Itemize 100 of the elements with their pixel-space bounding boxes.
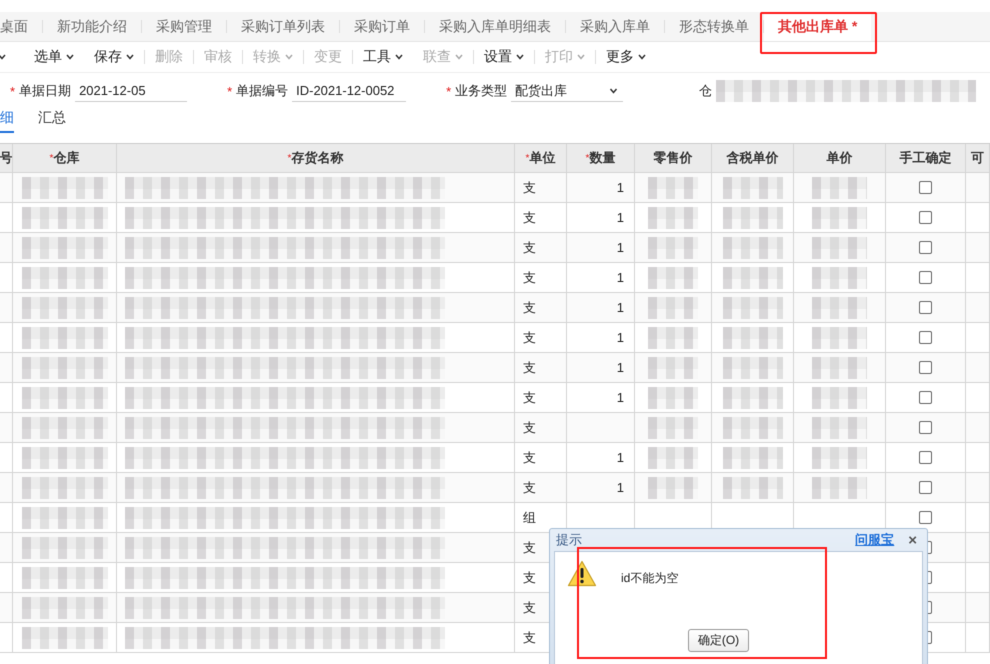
redacted-block <box>648 356 698 378</box>
table-cell: 支 <box>515 383 567 412</box>
redacted-block <box>648 326 698 348</box>
table-cell: 支 <box>515 173 567 202</box>
caret-icon <box>0 54 6 60</box>
required-mark: * <box>288 152 292 164</box>
column-header: 仓库 <box>53 149 80 167</box>
table-cell: 支 <box>515 233 567 262</box>
redacted-block <box>812 176 867 198</box>
required-mark: * <box>586 152 590 164</box>
toolbar-button[interactable]: 保存 <box>84 48 144 66</box>
table-cell: 支 <box>515 203 567 232</box>
redacted-block <box>648 446 698 468</box>
column-header: 手工确定 <box>900 149 952 167</box>
tab[interactable]: 汇总 <box>38 109 66 133</box>
table-cell: 1 <box>567 443 635 472</box>
redacted-block <box>812 446 867 468</box>
checkbox[interactable] <box>919 331 932 344</box>
field-label: 仓 <box>699 82 712 100</box>
column-header: 含税单价 <box>726 149 778 167</box>
required-mark: * <box>227 84 232 98</box>
ok-button[interactable]: 确定(O) <box>688 629 750 652</box>
tab[interactable]: 形态转换单 <box>665 12 763 41</box>
column-header: 零售价 <box>654 149 692 167</box>
redacted-block <box>722 296 782 318</box>
column-header: 可 <box>971 149 984 167</box>
toolbar-button[interactable]: 选单 <box>24 48 84 66</box>
column-header: 数量 <box>589 149 616 167</box>
column-header: 存货名称 <box>291 149 344 167</box>
table-cell: 1 <box>567 353 635 382</box>
redacted-block <box>722 386 782 408</box>
redacted-block <box>648 206 698 228</box>
caret-icon <box>608 88 620 94</box>
redacted-block <box>722 206 782 228</box>
column-header: 单价 <box>826 149 852 167</box>
redacted-block <box>722 266 782 288</box>
required-mark: * <box>446 84 452 98</box>
redacted-block <box>648 386 698 408</box>
warning-icon <box>567 560 597 587</box>
redacted-block <box>812 356 867 378</box>
required-mark: * <box>50 152 54 164</box>
field-label: 单据编号 <box>236 82 288 100</box>
field-label: 单据日期 <box>19 82 72 100</box>
redacted-block <box>812 416 867 438</box>
checkbox[interactable] <box>919 511 932 524</box>
redacted-block <box>812 296 867 318</box>
table-cell: 1 <box>567 203 635 232</box>
checkbox[interactable] <box>919 361 932 374</box>
table-cell: 支 <box>515 473 567 502</box>
tab[interactable]: 采购入库单明细表 <box>425 12 565 41</box>
redacted-block <box>722 476 782 498</box>
tab[interactable]: 采购入库单 <box>566 12 664 41</box>
redacted-block <box>648 476 698 498</box>
help-link[interactable]: 问服宝 <box>855 531 894 549</box>
toolbar-button[interactable]: 更多 <box>596 48 656 66</box>
checkbox[interactable] <box>919 271 932 284</box>
redacted-block <box>812 266 867 288</box>
dialog-message: id不能为空 <box>621 570 678 587</box>
table-cell: 1 <box>567 383 635 412</box>
table-cell: 1 <box>567 473 635 502</box>
checkbox[interactable] <box>919 241 932 254</box>
table-cell: 支 <box>515 353 567 382</box>
toolbar-button[interactable]: 设置 <box>474 48 534 66</box>
tab[interactable]: 细 <box>0 109 14 133</box>
redacted-block <box>722 236 782 258</box>
redacted-block <box>812 326 867 348</box>
checkbox[interactable] <box>919 421 932 434</box>
checkbox[interactable] <box>919 181 932 194</box>
redacted-block <box>722 356 782 378</box>
table-cell: 支 <box>515 323 567 352</box>
redacted-block <box>722 326 782 348</box>
tab[interactable]: 采购订单列表 <box>227 12 339 41</box>
checkbox[interactable] <box>919 301 932 314</box>
redacted-block <box>722 416 782 438</box>
tab[interactable]: 采购订单 <box>340 12 424 41</box>
tab[interactable]: 其他出库单 * <box>764 12 872 41</box>
redacted-block <box>812 386 867 408</box>
tab[interactable]: 桌面 <box>0 12 42 41</box>
checkbox[interactable] <box>919 481 932 494</box>
table-cell: 1 <box>567 293 635 322</box>
table-cell: 1 <box>567 173 635 202</box>
tab[interactable]: 新功能介绍 <box>43 12 141 41</box>
checkbox[interactable] <box>919 211 932 224</box>
table-cell: 支 <box>515 293 567 322</box>
redacted-block <box>648 266 698 288</box>
table-cell: 支 <box>515 443 567 472</box>
redacted-block <box>812 236 867 258</box>
redacted-block <box>722 176 782 198</box>
redacted-block <box>812 476 867 498</box>
tab[interactable]: 采购管理 <box>142 12 226 41</box>
checkbox[interactable] <box>919 391 932 404</box>
redacted-block <box>722 446 782 468</box>
required-mark: * <box>526 152 530 164</box>
field-label: 业务类型 <box>455 82 508 100</box>
toolbar-button[interactable]: 工具 <box>353 48 413 66</box>
close-button[interactable]: × <box>904 532 921 548</box>
redacted-block <box>648 296 698 318</box>
required-mark: * <box>10 84 16 98</box>
table-cell: 支 <box>515 263 567 292</box>
checkbox[interactable] <box>919 451 932 464</box>
